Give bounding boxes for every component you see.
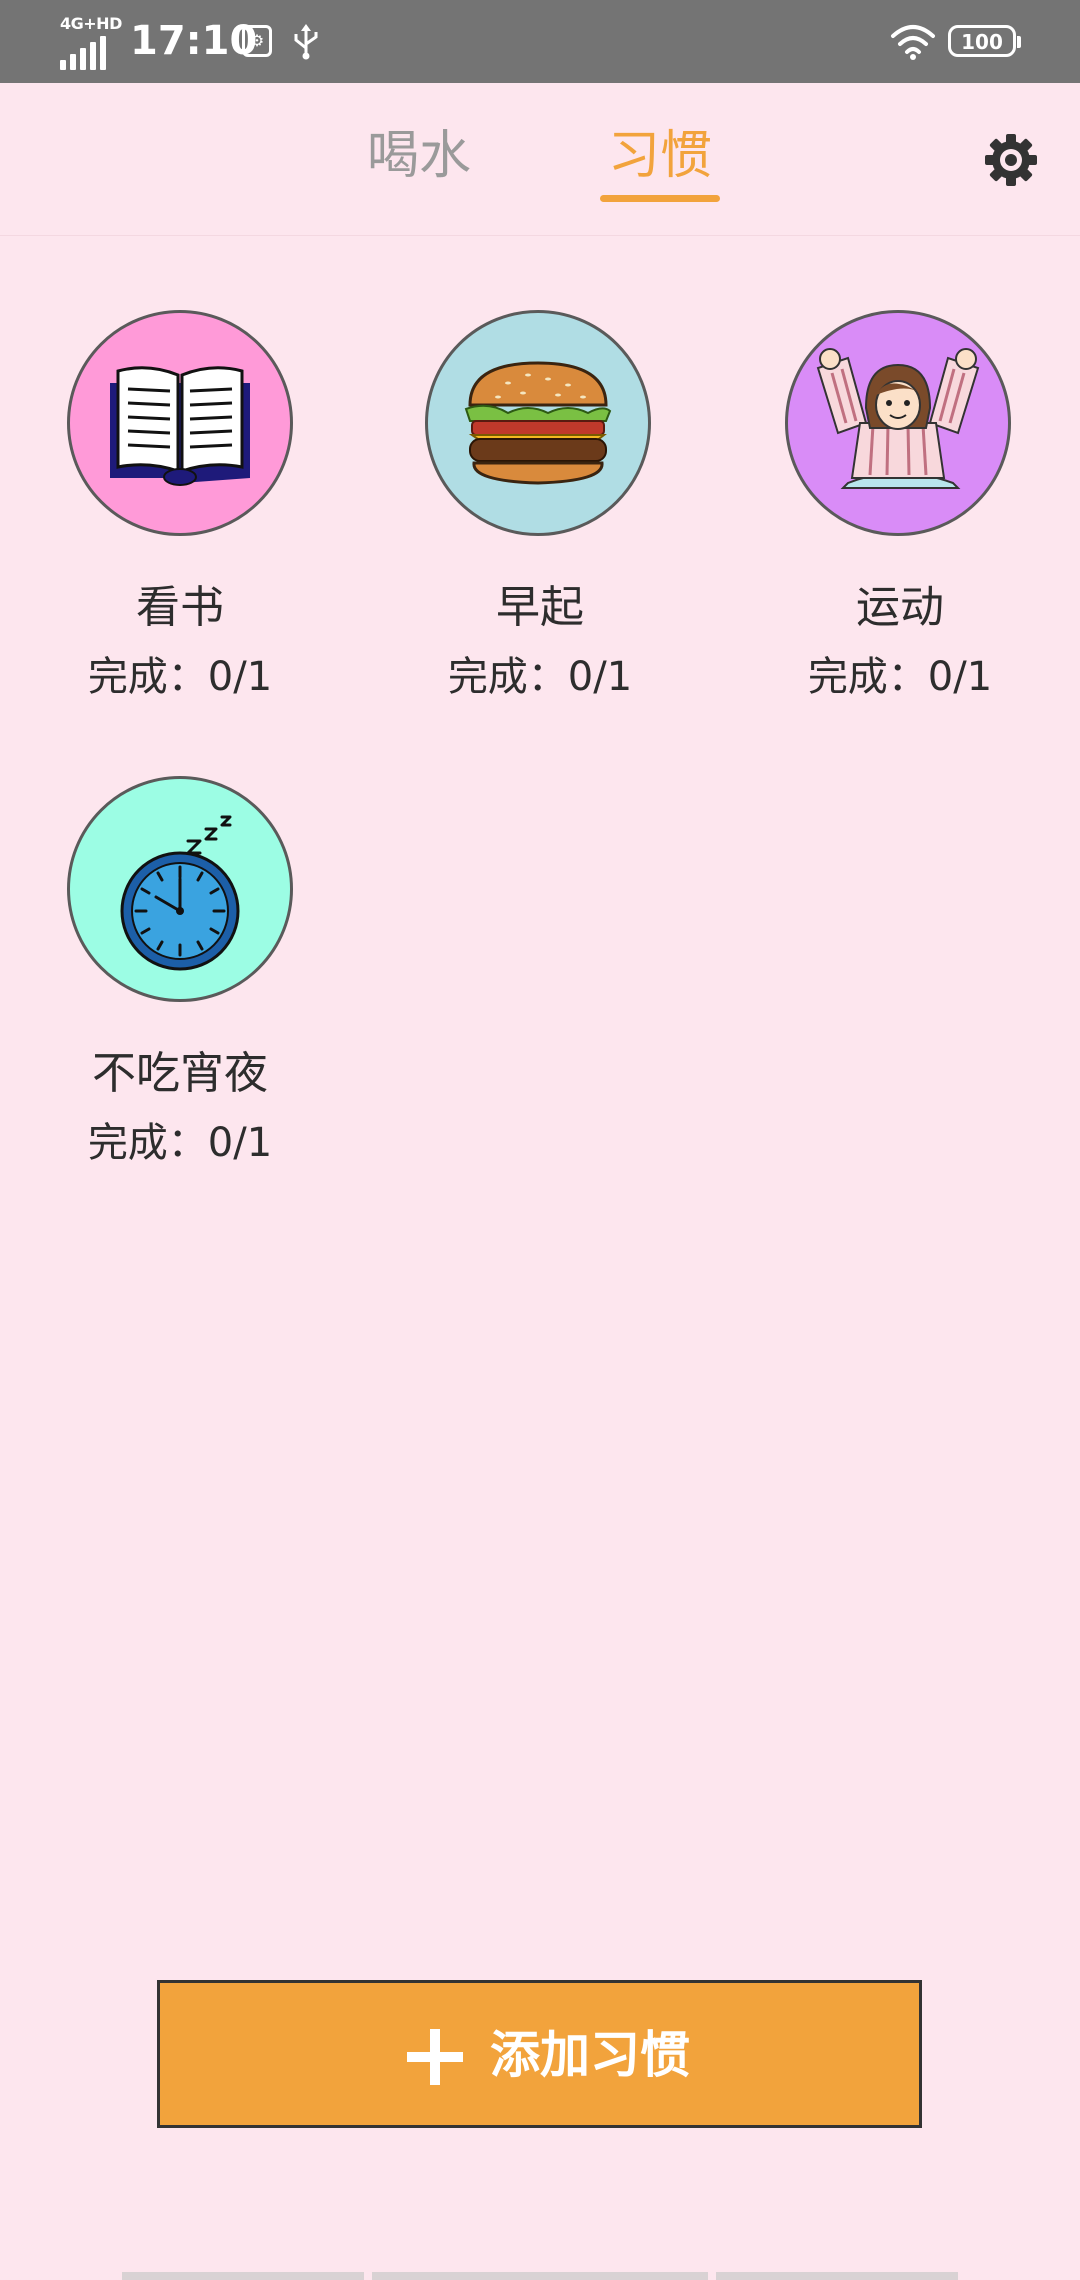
- habit-name: 运动: [856, 582, 944, 633]
- habit-progress: 完成：0/1: [87, 1120, 273, 1166]
- habit-name: 早起: [496, 582, 584, 633]
- habit-icon-button[interactable]: [425, 310, 651, 536]
- usb-icon: [294, 24, 318, 60]
- battery-icon: 100: [948, 25, 1021, 57]
- book-icon: [110, 366, 250, 486]
- tab-habit[interactable]: 习惯: [608, 121, 712, 191]
- stretching-girl-icon: [816, 348, 980, 489]
- add-habit-button[interactable]: 添加习惯: [157, 1980, 922, 2128]
- habit-icon-button[interactable]: [67, 310, 293, 536]
- habit-name: 不吃宵夜: [92, 1048, 268, 1099]
- tab-water[interactable]: 喝水: [367, 121, 471, 191]
- network-type: 4G+HD: [60, 14, 122, 33]
- burger-icon: [464, 361, 612, 485]
- nav-hint-left: [122, 2272, 364, 2280]
- nav-hint-right: [716, 2272, 958, 2280]
- usb-debug-icon: ⚙: [242, 25, 272, 57]
- cellular-signal-icon: 4G+HD: [58, 14, 122, 70]
- status-bar: 4G+HD 17:10 ⚙ 100: [0, 0, 1080, 83]
- gear-icon[interactable]: [982, 131, 1040, 189]
- active-tab-indicator: [600, 195, 720, 202]
- status-time: 17:10: [130, 18, 258, 64]
- habit-icon-button[interactable]: [67, 776, 293, 1002]
- habit-icon-button[interactable]: [785, 310, 1011, 536]
- habit-progress: 完成：0/1: [87, 654, 273, 700]
- nav-hint-center: [372, 2272, 708, 2280]
- add-habit-label: 添加习惯: [490, 2026, 690, 2084]
- habit-progress: 完成：0/1: [807, 654, 993, 700]
- habit-progress: 完成：0/1: [447, 654, 633, 700]
- battery-level: 100: [961, 30, 1003, 54]
- habit-name: 看书: [136, 582, 224, 633]
- wifi-icon: [891, 25, 935, 60]
- top-tab-bar: 喝水 习惯: [0, 83, 1080, 236]
- plus-icon: [407, 2029, 463, 2085]
- sleeping-clock-icon: [120, 815, 240, 971]
